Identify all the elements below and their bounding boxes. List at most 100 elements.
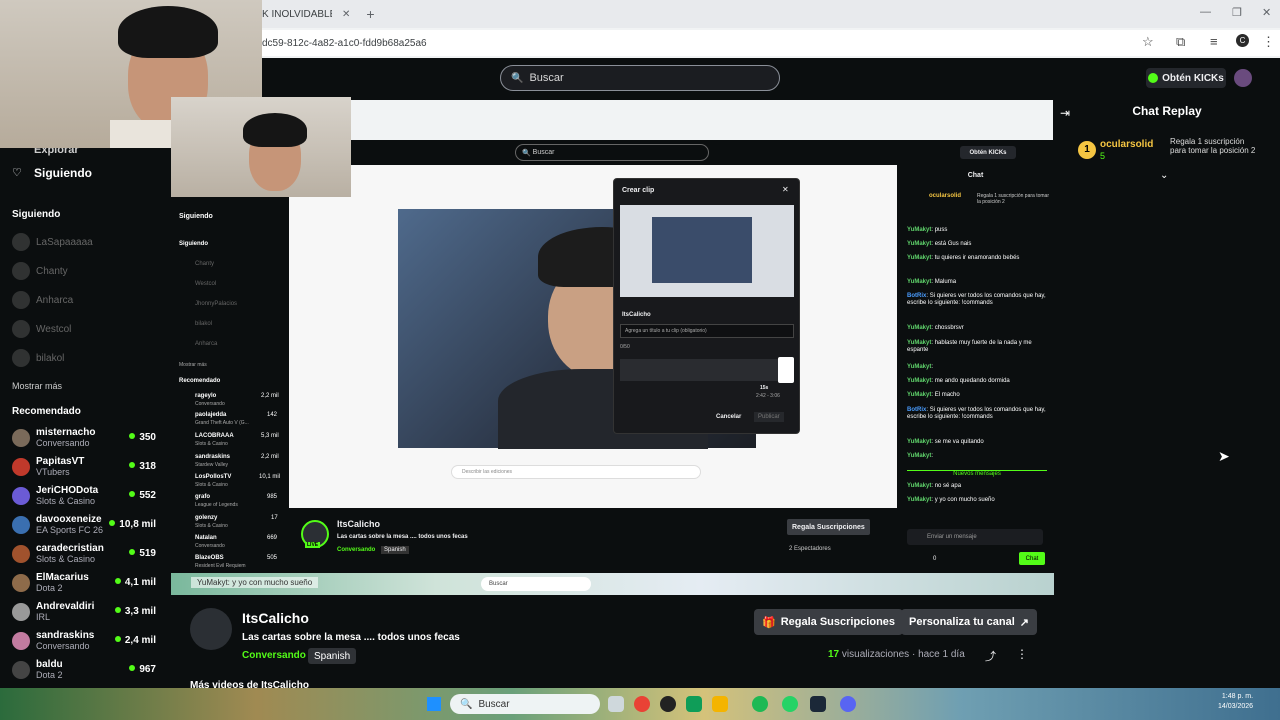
chat-username[interactable]: YuMakyt <box>907 325 931 331</box>
windows-start-icon[interactable] <box>427 697 441 711</box>
create-clip-modal: Crear clip ✕ ItsCalicho Agrega un título… <box>613 178 800 434</box>
sidebar-recommended-item[interactable]: ElMacarius Dota 2 4,1 mil <box>12 569 168 597</box>
spotify-icon[interactable] <box>752 696 768 712</box>
person-hair <box>118 6 218 58</box>
inner-rec-viewers: 985 <box>267 494 278 500</box>
inner-ticker: YuMakyt: y yo con mucho sueño <box>191 577 319 588</box>
chat-username[interactable]: BotRix <box>907 407 926 413</box>
chat-username[interactable]: YuMakyt <box>907 241 931 247</box>
minimize-icon[interactable]: — <box>1200 6 1211 18</box>
chat-username[interactable]: YuMakyt <box>907 364 931 370</box>
app-icon[interactable] <box>686 696 702 712</box>
sidebar-recommended-item[interactable]: PapitasVT VTubers 318 <box>12 453 168 481</box>
sidebar-recommended-item[interactable]: sandraskins Conversando 2,4 mil <box>12 627 168 655</box>
customize-channel-button[interactable]: Personaliza tu canal ↗ <box>901 609 1037 635</box>
kicks-icon <box>1148 73 1159 83</box>
search-icon: 🔍 <box>511 72 524 84</box>
chat-text: me ando quedando dormida <box>934 378 1010 384</box>
streamer-name[interactable]: ItsCalicho <box>242 610 309 626</box>
menu-dots-icon[interactable]: ⋮ <box>1262 34 1275 50</box>
chat-username[interactable]: YuMakyt <box>907 497 931 503</box>
inner-chat: Chat ocularsolid Regala 1 suscripción pa… <box>897 165 1054 573</box>
taskbar-search-text: Buscar <box>478 698 510 710</box>
chat-username[interactable]: YuMakyt <box>907 378 931 384</box>
chat-username[interactable]: YuMakyt <box>907 453 931 459</box>
get-kicks-button[interactable]: Obtén KICKs <box>1146 68 1226 88</box>
whatsapp-icon[interactable] <box>782 696 798 712</box>
address-bar[interactable]: dc59-812c-4a82-a1c0-fdd9b68a25a6 <box>260 30 1280 56</box>
streamer-avatar[interactable] <box>190 608 232 650</box>
chat-username[interactable]: BotRix <box>907 293 926 299</box>
chat-username[interactable]: YuMakyt <box>907 255 931 261</box>
following-header: Siguiendo <box>12 209 61 220</box>
sidebar-following-item[interactable]: LaSapaaaaa <box>12 228 168 256</box>
gift-subs-button[interactable]: 🎁 Regala Suscripciones <box>754 609 904 635</box>
close-tab-icon[interactable]: ✕ <box>342 9 350 20</box>
channel-category: VTubers <box>36 467 70 477</box>
chat-message: BotRix: Si quieres ver todos los comando… <box>907 407 1046 420</box>
file-explorer-icon[interactable] <box>608 696 624 712</box>
chat-title: Chat Replay <box>1132 104 1202 118</box>
taskbar-search[interactable]: 🔍 Buscar <box>450 694 600 714</box>
share-icon[interactable]: ⤴ <box>985 648 996 664</box>
search-input[interactable]: 🔍 Buscar <box>500 65 780 91</box>
system-clock[interactable]: 1:48 p. m. 14/03/2026 <box>1218 692 1253 712</box>
clip-timeline[interactable] <box>620 359 780 381</box>
sidebar-following-item[interactable]: bilakol <box>12 344 168 372</box>
clip-preview[interactable] <box>620 205 794 297</box>
inner-rec-viewers: 5,3 mil <box>261 433 279 439</box>
channel-name: baldu <box>36 659 63 670</box>
sidebar-following-item[interactable]: Westcol <box>12 315 168 343</box>
sidebar-recommended-item[interactable]: misternacho Conversando 350 <box>12 424 168 452</box>
chat-message: YuMakyt: y yo con mucho sueño <box>907 497 995 503</box>
sidebar-recommended-item[interactable]: JeriCHODota Slots & Casino 552 <box>12 482 168 510</box>
describe-input: Describir las ediciones <box>451 465 701 479</box>
pinned-count: 5 <box>1100 151 1106 161</box>
avatar <box>12 632 30 650</box>
chat-username[interactable]: YuMakyt <box>907 227 931 233</box>
stream-category[interactable]: Conversando <box>242 650 306 661</box>
media-icon[interactable]: ≡ <box>1210 34 1218 49</box>
chat-username[interactable]: YuMakyt <box>907 439 931 445</box>
inner-language: Spanish <box>381 546 409 554</box>
profile-icon[interactable]: C <box>1236 34 1249 47</box>
discord-icon[interactable] <box>840 696 856 712</box>
obs-icon[interactable] <box>660 696 676 712</box>
browser-tab-title[interactable]: K INOLVIDABLE <box>262 9 332 20</box>
clip-trim-handle[interactable] <box>778 357 794 383</box>
sidebar-recommended-item[interactable]: Andrevaldiri IRL 3,3 mil <box>12 598 168 626</box>
sidebar-recommended-item[interactable]: caradecristian Slots & Casino 519 <box>12 540 168 568</box>
publish-button[interactable]: Publicar <box>754 412 784 422</box>
new-tab-icon[interactable]: + <box>366 6 374 22</box>
language-tag[interactable]: Spanish <box>308 648 357 664</box>
chat-username[interactable]: YuMakyt <box>907 483 931 489</box>
sidebar-following-item[interactable]: Anharca <box>12 286 168 314</box>
sidebar-recommended-item[interactable]: baldu Dota 2 967 <box>12 656 168 684</box>
clip-title-input[interactable]: Agrega un título a tu clip (obligatorio) <box>620 324 794 338</box>
pinned-gift-banner[interactable]: 1 ocularsolid 5 Regala 1 suscripción par… <box>1078 137 1258 167</box>
chat-username[interactable]: YuMakyt <box>907 340 931 346</box>
chat-username[interactable]: YuMakyt <box>907 392 931 398</box>
cancel-button[interactable]: Cancelar <box>716 414 741 420</box>
channel-name: PapitasVT <box>36 456 85 467</box>
sidebar-recommended-item[interactable]: davooxeneize EA Sports FC 26 10,8 mil <box>12 511 168 539</box>
pinned-user: ocularsolid <box>1100 139 1154 150</box>
user-avatar[interactable] <box>1234 69 1252 87</box>
close-icon[interactable]: ✕ <box>782 185 789 194</box>
channel-name: davooxeneize <box>36 514 102 525</box>
extensions-icon[interactable]: ⧉ <box>1176 34 1185 50</box>
chrome-icon[interactable] <box>634 696 650 712</box>
chat-username[interactable]: YuMakyt <box>907 279 931 285</box>
sidebar-following-item[interactable]: Chanty <box>12 257 168 285</box>
channel-category: Conversando <box>36 641 90 651</box>
more-options-icon[interactable]: ⋮ <box>1016 647 1028 661</box>
show-more-link[interactable]: Mostrar más <box>12 381 62 391</box>
sidebar-following-link[interactable]: Siguiendo <box>34 166 92 180</box>
bookmark-star-icon[interactable]: ☆ <box>1142 34 1154 50</box>
maximize-icon[interactable]: ❐ <box>1232 6 1242 19</box>
folder-icon[interactable] <box>712 696 728 712</box>
chevron-down-icon[interactable]: ⌄ <box>1160 170 1168 181</box>
close-window-icon[interactable]: ✕ <box>1262 6 1271 19</box>
steam-icon[interactable] <box>810 696 826 712</box>
inner-following-header: Siguiendo <box>179 241 208 247</box>
